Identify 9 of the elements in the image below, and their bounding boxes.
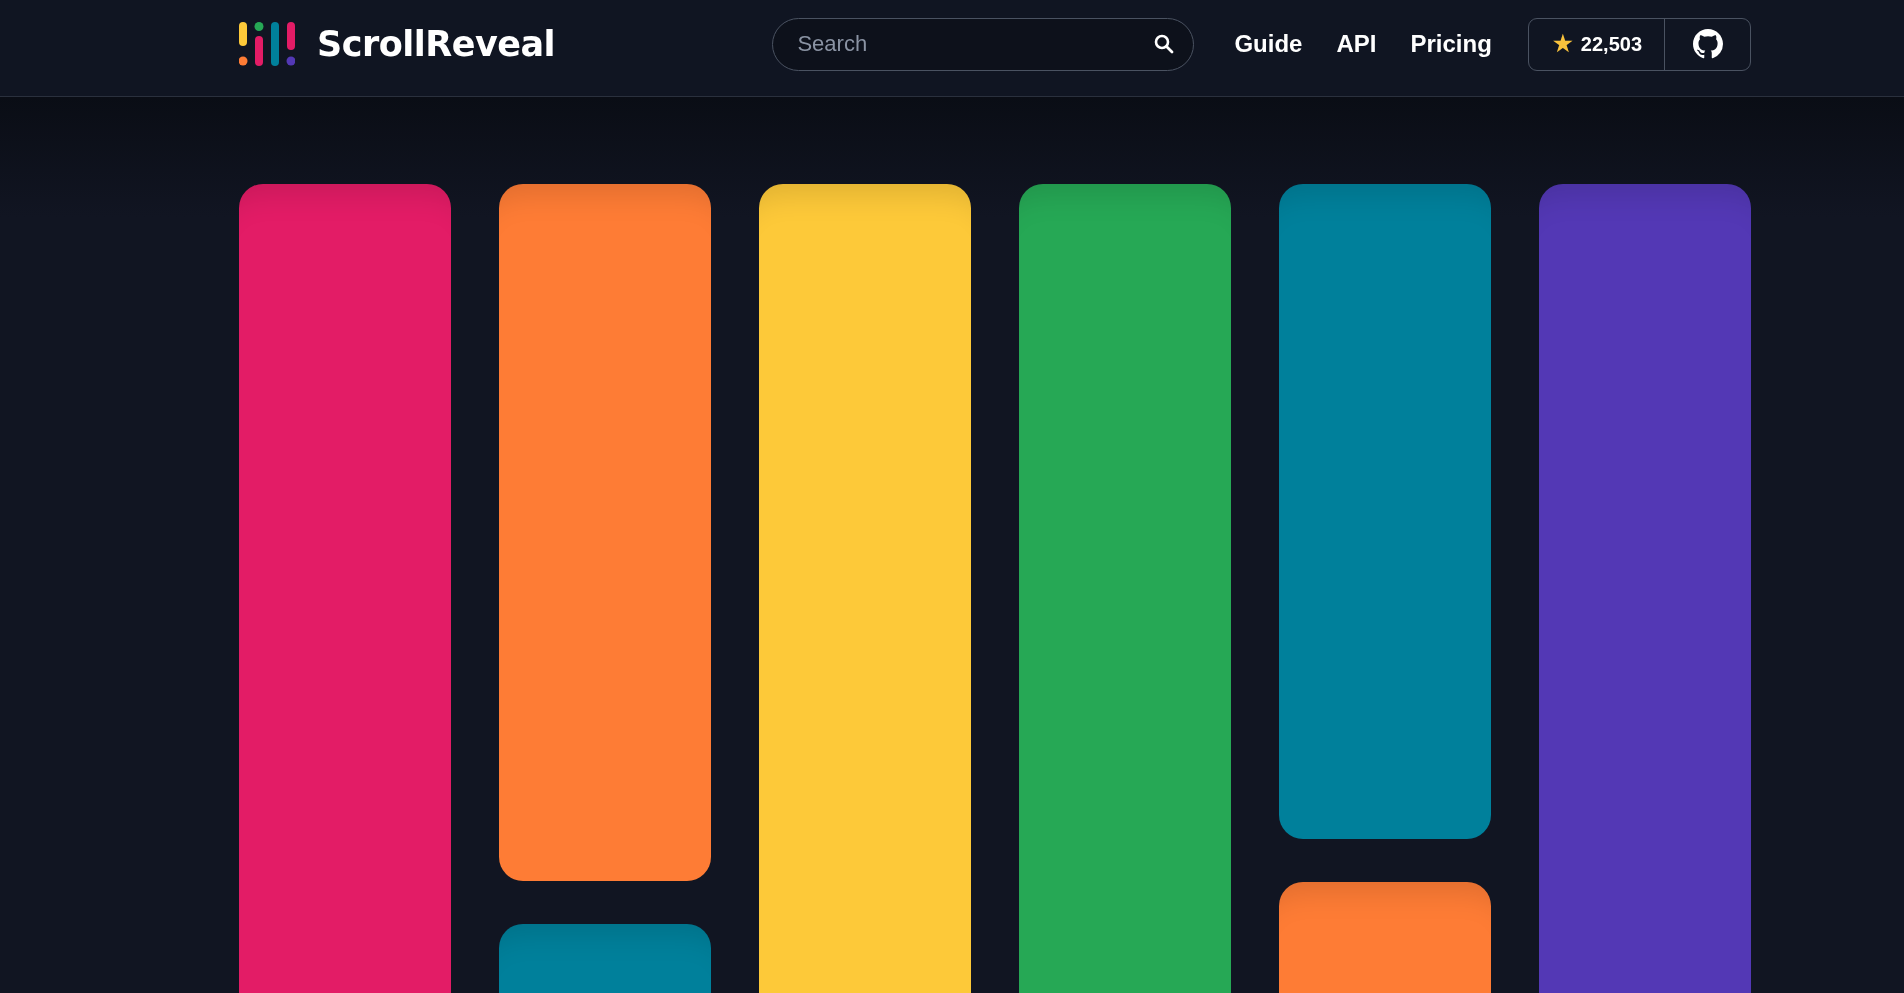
nav-link[interactable]: Guide xyxy=(1234,30,1303,58)
search-field[interactable]: Search xyxy=(772,17,1195,71)
nav-link[interactable]: API xyxy=(1336,30,1377,58)
github-icon xyxy=(1692,29,1723,59)
nav-link[interactable]: Pricing xyxy=(1410,30,1492,58)
star-icon: ★ xyxy=(1552,31,1573,57)
logo-icon xyxy=(239,22,295,66)
search-icon xyxy=(1154,33,1175,54)
logo-text: ScrollReveal xyxy=(317,24,556,64)
